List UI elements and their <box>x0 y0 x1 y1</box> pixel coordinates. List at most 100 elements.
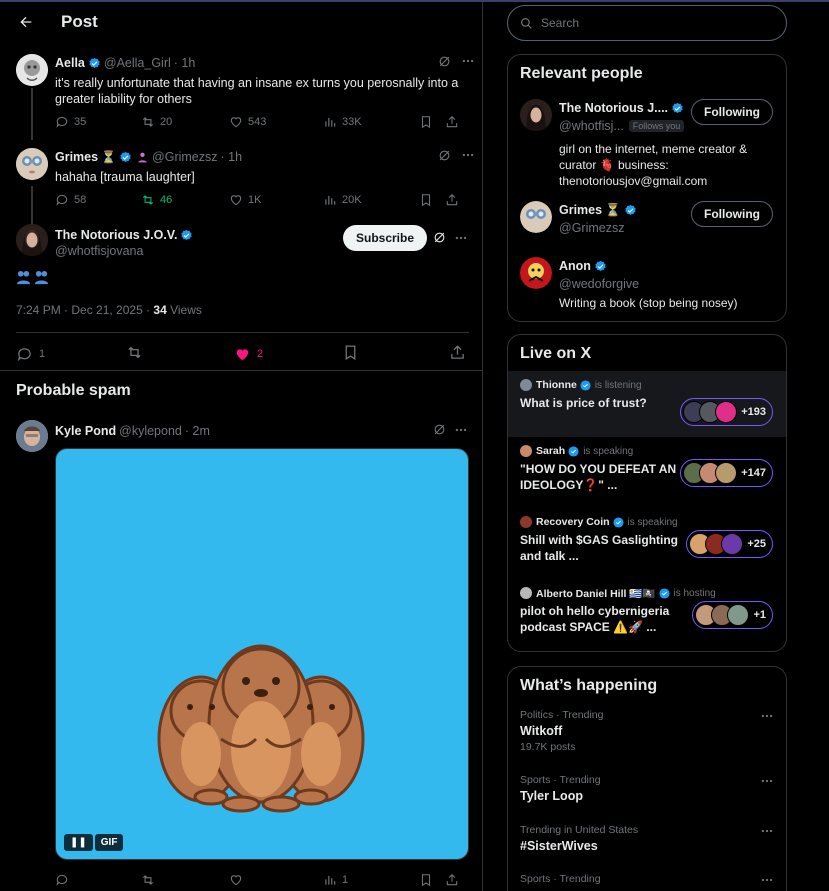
author-name[interactable]: Grimes <box>55 150 98 164</box>
grok-icon[interactable] <box>438 55 451 73</box>
more-options-icon[interactable] <box>461 148 475 167</box>
person-item[interactable]: The Notorious J.... @whotfisj... Follows… <box>508 99 786 195</box>
more-options-icon[interactable] <box>454 423 468 442</box>
like-button[interactable]: 543 <box>229 115 323 129</box>
reply-button[interactable] <box>55 873 141 887</box>
avatar[interactable] <box>520 257 552 289</box>
listeners-pill[interactable]: +25 <box>686 530 773 558</box>
people-hugging-emoji-icon <box>34 270 49 285</box>
author-handle[interactable]: @kylepond <box>119 424 182 438</box>
trend-item[interactable]: Politics · Trending Witkoff 19.7K posts <box>508 709 786 774</box>
author-handle[interactable]: @Aella_Girl <box>104 56 171 70</box>
repost-button[interactable] <box>141 873 229 887</box>
host-status: is listening <box>594 379 642 391</box>
bookmark-button[interactable] <box>419 115 445 129</box>
post-time[interactable]: · 2m <box>185 424 210 438</box>
more-options-icon[interactable] <box>760 709 774 728</box>
author-handle[interactable]: @whotfisjovana <box>55 244 193 258</box>
post-time[interactable]: · 1h <box>174 56 196 70</box>
like-button[interactable]: 2 <box>234 346 342 363</box>
gif-media[interactable]: ❚❚ GIF <box>55 448 469 860</box>
space-title: Shill with $GAS Gaslighting and talk ... <box>520 533 679 563</box>
spam-author[interactable]: Kyle Pond @kylepond · 2m <box>55 422 210 440</box>
repost-button[interactable] <box>126 344 234 364</box>
post-text: it's really unfortunate that having an i… <box>55 76 459 106</box>
views-button[interactable]: 33K <box>323 115 419 129</box>
repost-button[interactable]: 46 <box>141 193 229 207</box>
following-button[interactable]: Following <box>691 99 773 125</box>
reply-count: 35 <box>74 116 87 128</box>
grok-icon[interactable] <box>438 149 451 167</box>
more-options-icon[interactable] <box>461 54 475 73</box>
view-count: 33K <box>342 116 362 128</box>
reply-button[interactable]: 58 <box>55 193 141 207</box>
grok-icon[interactable] <box>433 423 446 441</box>
more-options-icon[interactable] <box>760 824 774 843</box>
like-button[interactable] <box>229 873 323 887</box>
author-name[interactable]: Aella <box>55 56 85 70</box>
trend-item[interactable]: Sports · Trending <box>508 873 786 891</box>
bookmark-button[interactable] <box>342 344 449 364</box>
post-timestamp[interactable]: 7:24 PM · Dec 21, 2025 · 34 Views <box>16 303 202 317</box>
search-box[interactable] <box>507 5 787 41</box>
thread-tweet[interactable]: Grimes ⏳ @Grimezsz · 1h hahaha [trauma l… <box>0 148 482 185</box>
pause-icon[interactable]: ❚❚ <box>64 834 93 851</box>
search-input[interactable] <box>541 16 761 30</box>
avatar[interactable] <box>520 201 552 233</box>
author-name[interactable]: The Notorious J.O.V. <box>55 228 177 242</box>
listeners-pill[interactable]: +147 <box>680 459 773 487</box>
like-count: 1K <box>248 194 262 206</box>
person-handle[interactable]: @whotfisj... <box>559 119 624 133</box>
trend-item[interactable]: Sports · Trending Tyler Loop <box>508 774 786 824</box>
share-button[interactable] <box>445 193 459 207</box>
reply-button[interactable]: 35 <box>55 115 141 129</box>
like-button[interactable]: 1K <box>229 193 323 207</box>
bookmark-button[interactable] <box>419 193 445 207</box>
subscribe-button[interactable]: Subscribe <box>343 225 428 251</box>
person-name[interactable]: Grimes <box>559 203 602 217</box>
gif-label: GIF <box>94 834 124 851</box>
avatar[interactable] <box>16 420 48 452</box>
repost-button[interactable]: 20 <box>141 115 229 129</box>
live-space-item[interactable]: Thionne is listening What is price of tru… <box>508 371 786 437</box>
avatar[interactable] <box>520 99 552 131</box>
more-options-icon[interactable] <box>454 231 468 250</box>
trend-posts: 19.7K posts <box>520 741 576 753</box>
live-on-x-card: Live on X Thionne is listening What is pr… <box>507 334 787 652</box>
listeners-pill[interactable]: +193 <box>680 398 773 426</box>
verified-badge-icon <box>671 102 684 115</box>
share-button[interactable] <box>445 115 459 129</box>
views-button[interactable]: 1 <box>323 873 419 887</box>
bookmark-button[interactable] <box>419 873 445 887</box>
views-button[interactable]: 20K <box>323 193 419 207</box>
person-name[interactable]: Anon <box>559 259 591 273</box>
focus-author[interactable]: The Notorious J.O.V. @whotfisjovana <box>55 226 193 258</box>
trend-item[interactable]: Trending in United States #SisterWives <box>508 824 786 873</box>
thread-tweet[interactable]: Aella @Aella_Girl · 1h it's really unfor… <box>0 54 482 107</box>
post-time[interactable]: · 1h <box>221 150 243 164</box>
section-title: Probable spam <box>16 382 131 399</box>
live-space-item[interactable]: Sarah is speaking "HOW DO YOU DEFEAT AN I… <box>508 437 786 508</box>
verified-badge-icon <box>624 204 637 217</box>
otters-animation-image <box>157 644 365 813</box>
more-options-icon[interactable] <box>760 873 774 891</box>
reply-button[interactable]: 1 <box>16 346 126 363</box>
more-options-icon[interactable] <box>760 774 774 793</box>
share-button[interactable] <box>449 344 466 364</box>
person-item[interactable]: Anon @wedoforgive Writing a book (stop b… <box>508 257 786 310</box>
live-space-item[interactable]: Alberto Daniel Hill 🇺🇾🏴‍☠️ is hosting pil… <box>508 579 786 650</box>
back-arrow-icon[interactable] <box>16 12 36 32</box>
author-name[interactable]: Kyle Pond <box>55 424 116 438</box>
author-handle[interactable]: @Grimezsz <box>152 150 217 164</box>
listeners-pill[interactable]: +1 <box>692 601 773 629</box>
live-space-item[interactable]: Recovery Coin is speaking Shill with $GAS… <box>508 508 786 579</box>
avatar[interactable] <box>16 224 48 256</box>
share-button[interactable] <box>445 873 459 887</box>
verified-badge-icon <box>568 445 579 457</box>
person-handle[interactable]: @wedoforgive <box>559 275 774 293</box>
repost-count: 46 <box>160 194 173 206</box>
following-button[interactable]: Following <box>691 201 773 227</box>
person-item[interactable]: Grimes ⏳ @Grimezsz Following <box>508 201 786 251</box>
person-name[interactable]: The Notorious J.... <box>559 101 668 115</box>
grok-icon[interactable] <box>433 231 446 249</box>
